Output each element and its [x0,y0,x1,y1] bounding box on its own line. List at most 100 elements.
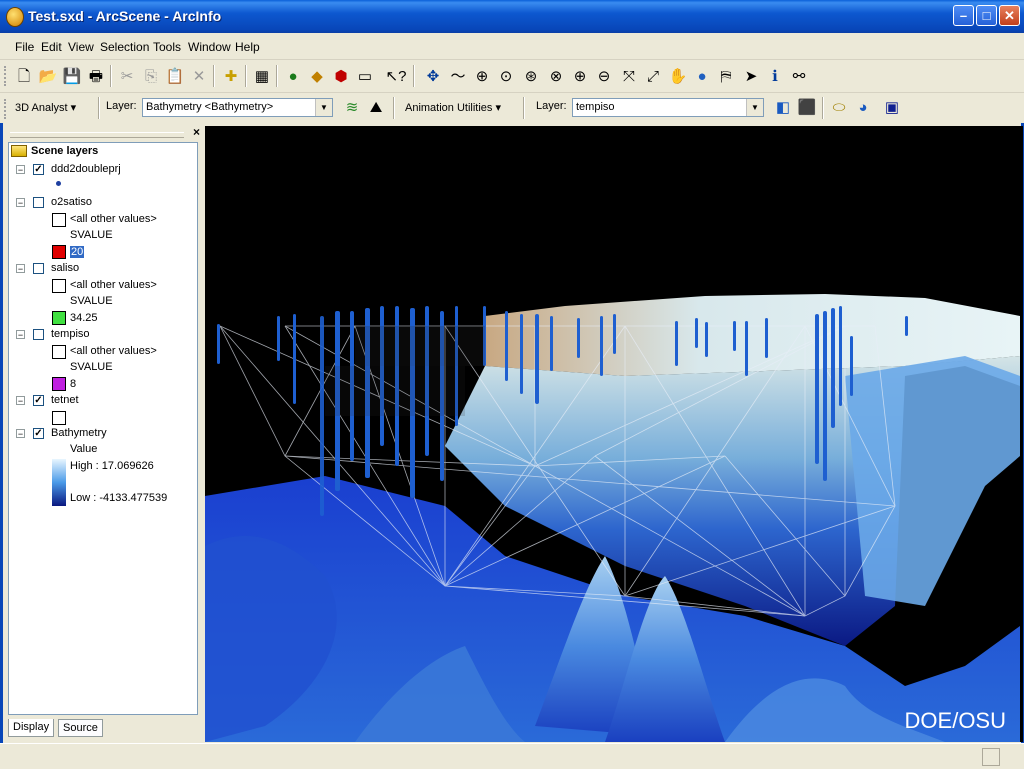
symbol-swatch[interactable] [52,213,66,227]
table-of-contents-panel: × Scene layers − ✓ ddd2doubleprj − o2sat… [6,125,202,741]
save-icon[interactable]: 💾 [61,65,83,87]
add-data-icon[interactable]: ✚ [220,65,242,87]
symbol-swatch[interactable] [52,411,66,425]
collapse-toggle[interactable]: − [16,330,25,340]
layer-name-ddd2doubleprj[interactable]: ddd2doubleprj [51,163,121,175]
layer-checkbox[interactable] [33,263,44,274]
3d-analyst-menu[interactable]: 3D Analyst ▾ [15,101,76,114]
full-extent-icon[interactable]: ⤧ [618,65,640,87]
layer-name-tetnet[interactable]: tetnet [51,394,79,406]
layer2-dropdown[interactable]: tempiso ▼ [572,98,764,117]
layer-name-saliso[interactable]: saliso [51,262,79,274]
symbol-swatch[interactable] [52,279,66,293]
menu-file[interactable]: File [15,40,34,54]
panel-grip[interactable] [10,132,184,138]
menu-bar: File Edit View Selection Tools Window He… [0,33,1024,60]
arctoolbox-icon[interactable]: ◆ [306,65,328,87]
menu-view[interactable]: View [68,40,94,54]
symbol-swatch[interactable] [52,245,66,259]
layer-name-bathymetry[interactable]: Bathymetry [51,427,107,439]
chevron-down-icon[interactable]: ▼ [315,99,332,116]
command-line-icon[interactable]: ▭ [354,65,376,87]
zoom-in-icon[interactable]: ⊕ [569,65,591,87]
layer-checkbox[interactable]: ✓ [33,395,44,406]
layer-checkbox[interactable] [33,329,44,340]
print-icon[interactable]: 🖶 [85,65,107,87]
whats-this-help-icon[interactable]: ↖? [385,65,407,87]
layer-checkbox[interactable]: ✓ [33,428,44,439]
layer-name-o2satiso[interactable]: o2satiso [51,196,92,208]
paste-icon[interactable]: 📋 [164,65,186,87]
menu-help[interactable]: Help [235,40,260,54]
collapse-toggle[interactable]: − [16,165,25,175]
toolbar-grip[interactable] [4,66,9,86]
fly-icon[interactable]: 〜 [447,65,469,87]
arccatalog-icon[interactable]: ● [282,65,304,87]
animation-icon-2[interactable]: ⬛ [796,96,818,118]
3d-effects-icon[interactable]: ⬢ [330,65,352,87]
close-icon[interactable]: × [193,125,200,139]
animation-icon-3[interactable]: ⬭ [828,96,850,118]
delete-icon[interactable]: ✕ [188,65,210,87]
color-ramp-legend [52,459,66,506]
menu-selection[interactable]: Selection [100,40,149,54]
chevron-down-icon[interactable]: ▼ [746,99,763,116]
scene-layers-root[interactable]: Scene layers [11,145,98,157]
globe-icon[interactable]: ● [691,65,713,87]
minimize-button[interactable]: – [953,5,974,26]
maximize-button[interactable]: □ [976,5,997,26]
standard-toolbar: 🗋 📂 💾 🖶 ✂ ⎘ 📋 ✕ ✚ ▦ ● ◆ ⬢ ▭ ↖? ✥ 〜 ⊕ ⊙ ⊛… [0,60,1024,93]
arcscene-app-icon[interactable] [6,7,24,27]
layer-dropdown-value: Bathymetry <Bathymetry> [146,101,274,113]
layer-dropdown[interactable]: Bathymetry <Bathymetry> ▼ [142,98,333,117]
zoom-to-target-icon[interactable]: ⊕ [471,65,493,87]
scene-view[interactable]: DOE/OSU [205,126,1023,742]
menu-window[interactable]: Window [188,40,231,54]
navigate-icon[interactable]: ✥ [422,65,444,87]
menu-tools[interactable]: Tools [153,40,181,54]
chevron-down-icon: ▾ [495,102,502,114]
animation-icon-4[interactable]: ◕ [852,96,874,118]
zoom-extent-icon[interactable]: ⤢ [642,65,664,87]
class-value-label: 34.25 [70,312,98,324]
collapse-toggle[interactable]: − [16,198,25,208]
symbol-swatch[interactable] [52,345,66,359]
collapse-toggle[interactable]: − [16,264,25,274]
center-on-target-icon[interactable]: ⊙ [495,65,517,87]
toolbar-separator [98,97,100,119]
close-button[interactable]: ✕ [999,5,1020,26]
copy-icon[interactable]: ⎘ [140,65,162,87]
scene-properties-icon[interactable]: ▦ [251,65,273,87]
cut-icon[interactable]: ✂ [116,65,138,87]
pan-target-icon[interactable]: ⊗ [545,65,567,87]
layer-name-tempiso[interactable]: tempiso [51,328,90,340]
animation-icon-1[interactable]: ◧ [772,96,794,118]
layer-checkbox[interactable]: ✓ [33,164,44,175]
field-label: SVALUE [70,229,113,241]
symbol-swatch[interactable] [52,311,66,325]
identify-icon[interactable]: ℹ [764,65,786,87]
find-icon[interactable]: ⚯ [788,65,810,87]
select-features-icon[interactable]: ⛿ [715,65,737,87]
symbol-swatch[interactable] [52,377,66,391]
set-observer-icon[interactable]: ⊛ [520,65,542,87]
field-label: SVALUE [70,361,113,373]
tab-display[interactable]: Display [8,719,55,737]
tab-source[interactable]: Source [58,719,103,737]
new-document-icon[interactable]: 🗋 [13,65,35,87]
select-arrow-icon[interactable]: ➤ [740,65,762,87]
chevron-down-icon: ▾ [70,102,77,114]
steepest-path-icon[interactable]: ⛰ [365,96,387,118]
open-folder-icon[interactable]: 📂 [37,65,59,87]
collapse-toggle[interactable]: − [16,429,25,439]
animation-icon-5[interactable]: ▣ [881,96,903,118]
layer-checkbox[interactable] [33,197,44,208]
collapse-toggle[interactable]: − [16,396,25,406]
contour-icon[interactable]: ≋ [341,96,363,118]
toolbar-grip[interactable] [4,99,9,119]
pan-hand-icon[interactable]: ✋ [667,65,689,87]
class-value-label[interactable]: 20 [70,246,85,258]
zoom-out-icon[interactable]: ⊖ [593,65,615,87]
menu-edit[interactable]: Edit [41,40,62,54]
animation-utilities-menu[interactable]: Animation Utilities ▾ [405,101,501,114]
